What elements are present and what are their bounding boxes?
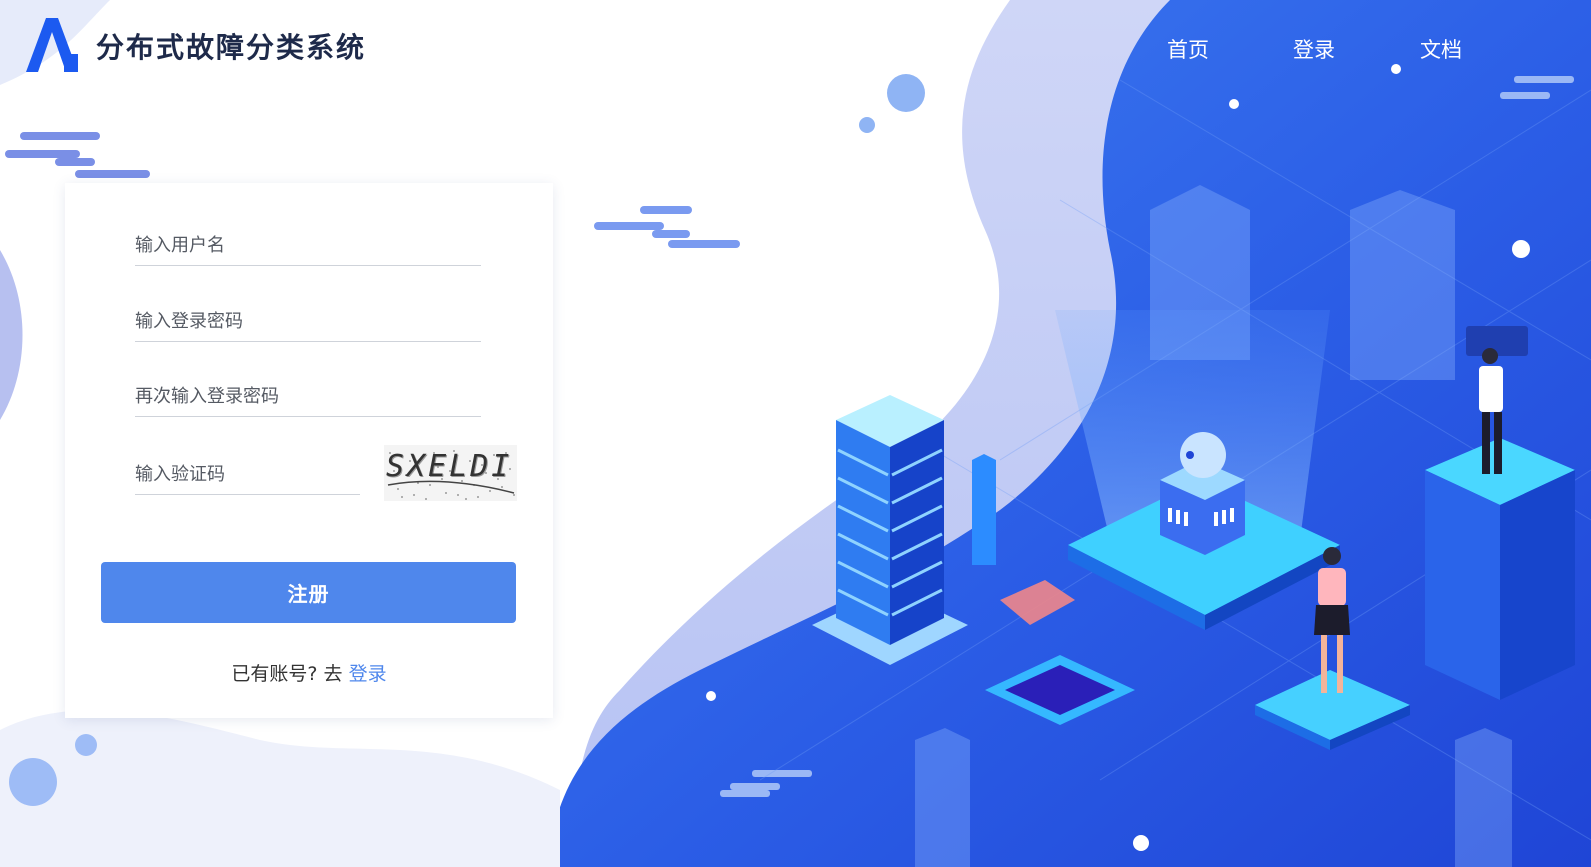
captcha-image[interactable]: SXELDI <box>384 445 517 501</box>
nav-home[interactable]: 首页 <box>1167 34 1209 64</box>
captcha-text: SXELDI <box>386 449 513 484</box>
register-button[interactable]: 注册 <box>101 562 516 623</box>
cloud-dashes-left <box>5 132 150 178</box>
password-input[interactable] <box>135 301 481 342</box>
a-shape-logo-icon[interactable] <box>22 14 82 74</box>
register-card: SXELDI 注册 已有账号? 去 登录 <box>65 183 553 718</box>
bottom-left-wave <box>0 710 560 867</box>
username-input[interactable] <box>135 225 481 266</box>
login-prompt-text: 已有账号? 去 <box>231 663 343 685</box>
captcha-input[interactable] <box>135 454 360 495</box>
confirm-password-input[interactable] <box>135 376 481 417</box>
left-edge-shape <box>0 250 23 420</box>
register-page: 分布式故障分类系统 首页 登录 文档 输入用户名 输入验证码 SXELDI 注册… <box>0 0 1591 867</box>
login-link[interactable]: 登录 <box>349 663 387 685</box>
nav-docs[interactable]: 文档 <box>1420 34 1462 64</box>
login-prompt: 已有账号? 去 登录 <box>65 659 553 686</box>
app-title: 分布式故障分类系统 <box>96 31 367 64</box>
nav-login[interactable]: 登录 <box>1293 34 1335 64</box>
cloud-dashes-middle <box>594 206 740 248</box>
